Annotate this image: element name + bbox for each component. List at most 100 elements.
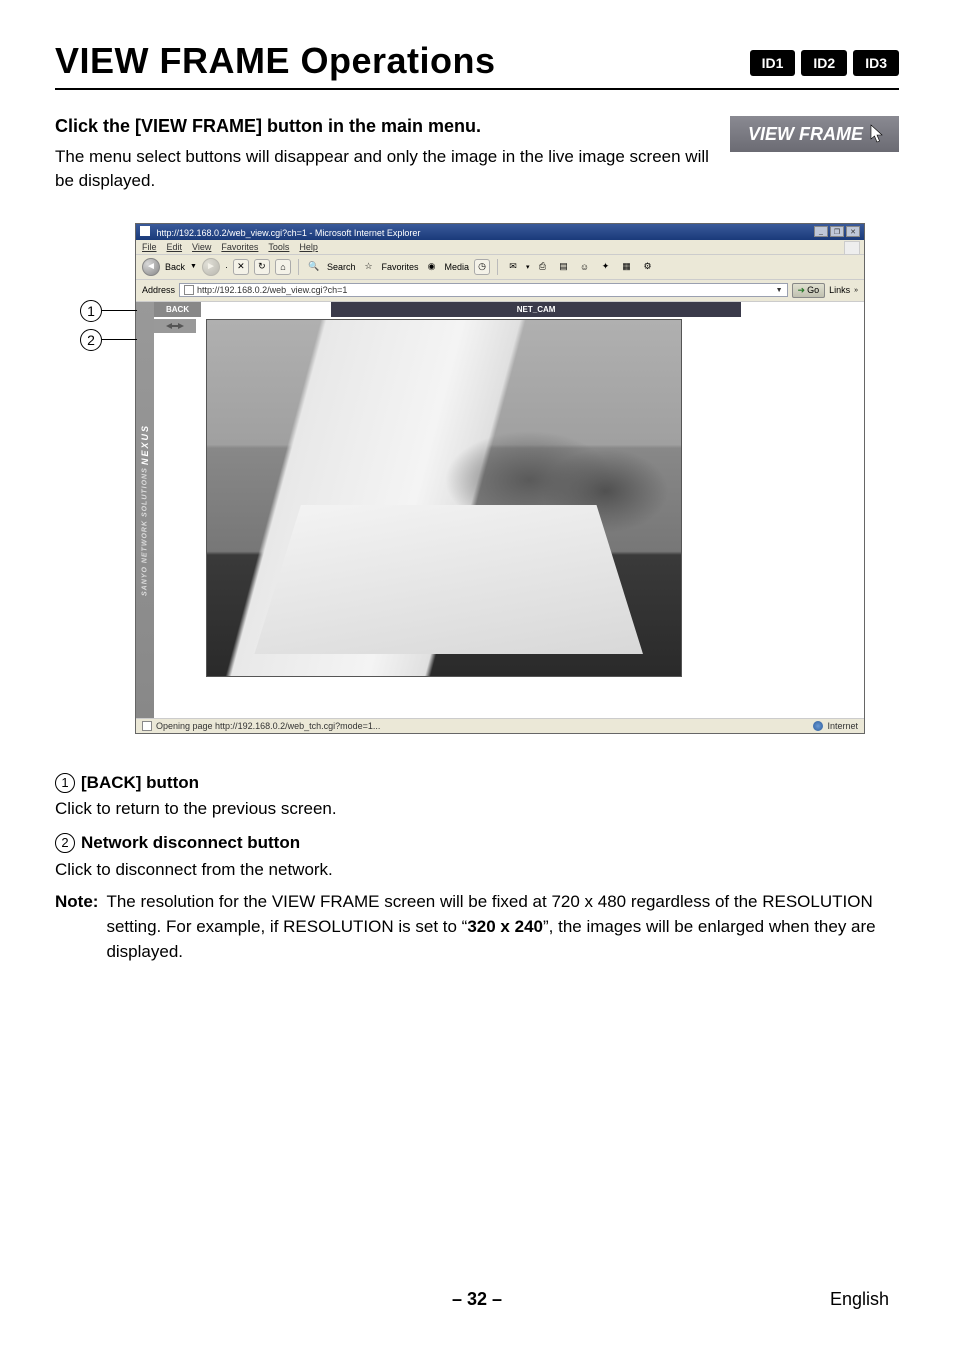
discuss-icon[interactable]: ☺ bbox=[577, 259, 593, 275]
view-frame-button[interactable]: VIEW FRAME bbox=[730, 116, 899, 152]
refresh-icon[interactable]: ↻ bbox=[254, 259, 270, 275]
main-content: BACK NET_CAM bbox=[154, 302, 864, 718]
id-badge-2: ID2 bbox=[801, 50, 847, 76]
menu-help[interactable]: Help bbox=[299, 242, 318, 252]
back-nav-icon[interactable]: ◄ bbox=[142, 258, 160, 276]
callout-2: 2 bbox=[80, 329, 137, 351]
close-button[interactable]: ✕ bbox=[846, 226, 860, 237]
desc-label-2: 2 Network disconnect button bbox=[55, 831, 300, 856]
window-title: http://192.168.0.2/web_view.cgi?ch=1 - M… bbox=[157, 228, 421, 238]
note-label: Note: bbox=[55, 890, 98, 964]
menu-edit[interactable]: Edit bbox=[167, 242, 183, 252]
titlebar-left: http://192.168.0.2/web_view.cgi?ch=1 - M… bbox=[140, 226, 420, 238]
toolbar-sep-1 bbox=[298, 259, 299, 275]
note-text: The resolution for the VIEW FRAME screen… bbox=[106, 890, 899, 964]
research-icon[interactable]: ▦ bbox=[619, 259, 635, 275]
menu-favorites[interactable]: Favorites bbox=[221, 242, 258, 252]
go-label: Go bbox=[807, 285, 819, 295]
toolbar-sep-2 bbox=[497, 259, 498, 275]
item1-label: [BACK] button bbox=[81, 771, 199, 796]
address-input[interactable]: http://192.168.0.2/web_view.cgi?ch=1 ▼ bbox=[179, 283, 787, 297]
footer: – 32 – English bbox=[0, 1289, 954, 1310]
desc-label-1: 1 [BACK] button bbox=[55, 771, 199, 796]
status-right: Internet bbox=[813, 721, 858, 731]
footer-lang: English bbox=[830, 1289, 889, 1310]
address-label: Address bbox=[142, 285, 175, 295]
address-dropdown-icon[interactable]: ▼ bbox=[776, 287, 783, 294]
desc-item-1: 1 [BACK] button Click to return to the p… bbox=[55, 770, 899, 822]
status-page-icon bbox=[142, 721, 152, 731]
browser-addressbar: Address http://192.168.0.2/web_view.cgi?… bbox=[136, 280, 864, 302]
callout-1: 1 bbox=[80, 300, 137, 322]
media-icon[interactable]: ◉ bbox=[424, 259, 440, 275]
extra-icon[interactable]: ⚙ bbox=[640, 259, 656, 275]
callout-line-1 bbox=[102, 310, 137, 312]
page-title: VIEW FRAME Operations bbox=[55, 40, 496, 82]
forward-sep: · bbox=[225, 262, 228, 272]
menu-view[interactable]: View bbox=[192, 242, 211, 252]
internet-zone-icon bbox=[813, 721, 823, 731]
stop-icon[interactable]: ✕ bbox=[233, 259, 249, 275]
callout-circle-2: 2 bbox=[80, 329, 102, 351]
favorites-icon[interactable]: ☆ bbox=[360, 259, 376, 275]
page-header: VIEW FRAME Operations ID1 ID2 ID3 bbox=[55, 40, 899, 90]
links-expand-icon[interactable]: » bbox=[854, 287, 858, 294]
minimize-button[interactable]: _ bbox=[814, 226, 828, 237]
id-badges: ID1 ID2 ID3 bbox=[750, 50, 899, 76]
mail-icon[interactable]: ✉ bbox=[505, 259, 521, 275]
callout-line-2 bbox=[102, 339, 137, 341]
favorites-label[interactable]: Favorites bbox=[381, 262, 418, 272]
links-label[interactable]: Links bbox=[829, 285, 850, 295]
back-nav-label[interactable]: Back bbox=[165, 262, 185, 272]
status-left: Opening page http://192.168.0.2/web_tch.… bbox=[142, 721, 380, 731]
disconnect-icon bbox=[165, 322, 185, 330]
circle-1: 1 bbox=[55, 773, 75, 793]
maximize-button[interactable]: ❐ bbox=[830, 226, 844, 237]
instruction-title: Click the [VIEW FRAME] button in the mai… bbox=[55, 116, 710, 137]
media-label[interactable]: Media bbox=[445, 262, 470, 272]
view-frame-button-label: VIEW FRAME bbox=[748, 124, 863, 145]
menu-tools[interactable]: Tools bbox=[268, 242, 289, 252]
sidebar-brand-sub: SANYO NETWORK SOLUTIONS bbox=[142, 467, 149, 596]
menu-file[interactable]: File bbox=[142, 242, 157, 252]
ie-flag-icon bbox=[844, 241, 860, 255]
back-dropdown-icon[interactable]: ▼ bbox=[190, 263, 197, 270]
screenshot-area: 1 2 http://192.168.0.2/web_view.cgi?ch=1… bbox=[83, 223, 871, 734]
id-badge-3: ID3 bbox=[853, 50, 899, 76]
desc-item-2: 2 Network disconnect button Click to dis… bbox=[55, 830, 899, 882]
network-disconnect-button[interactable] bbox=[154, 319, 196, 333]
address-page-icon bbox=[184, 285, 194, 295]
ie-icon bbox=[140, 226, 150, 236]
camera-live-image bbox=[206, 319, 682, 677]
instruction-desc: The menu select buttons will disappear a… bbox=[55, 145, 710, 193]
sidebar-brand-top: NEXUS bbox=[140, 423, 150, 464]
history-icon[interactable]: ◷ bbox=[474, 259, 490, 275]
cursor-icon bbox=[869, 124, 885, 144]
circle-2: 2 bbox=[55, 833, 75, 853]
edit-icon[interactable]: ▤ bbox=[556, 259, 572, 275]
home-icon[interactable]: ⌂ bbox=[275, 259, 291, 275]
browser-statusbar: Opening page http://192.168.0.2/web_tch.… bbox=[136, 718, 864, 733]
page-number: – 32 – bbox=[452, 1289, 502, 1310]
status-text: Opening page http://192.168.0.2/web_tch.… bbox=[156, 721, 380, 731]
item1-text: Click to return to the previous screen. bbox=[55, 797, 899, 822]
cam-header: BACK NET_CAM bbox=[154, 302, 864, 317]
item2-text: Click to disconnect from the network. bbox=[55, 858, 899, 883]
window-controls: _ ❐ ✕ bbox=[814, 226, 860, 237]
mail-dropdown[interactable]: ▾ bbox=[526, 263, 530, 271]
messenger-icon[interactable]: ✦ bbox=[598, 259, 614, 275]
netcam-title: NET_CAM bbox=[331, 302, 741, 317]
go-button[interactable]: ➜ Go bbox=[792, 283, 826, 298]
id-badge-1: ID1 bbox=[750, 50, 796, 76]
forward-nav-icon[interactable]: ► bbox=[202, 258, 220, 276]
internet-zone-label: Internet bbox=[827, 721, 858, 731]
back-button[interactable]: BACK bbox=[154, 302, 201, 317]
search-icon[interactable]: 🔍 bbox=[306, 259, 322, 275]
browser-window: http://192.168.0.2/web_view.cgi?ch=1 - M… bbox=[135, 223, 865, 734]
print-icon[interactable]: ⎙ bbox=[535, 259, 551, 275]
search-label[interactable]: Search bbox=[327, 262, 356, 272]
item2-label: Network disconnect button bbox=[81, 831, 300, 856]
go-arrow-icon: ➜ bbox=[798, 285, 806, 296]
address-url: http://192.168.0.2/web_view.cgi?ch=1 bbox=[197, 285, 347, 295]
note-bold: 320 x 240 bbox=[467, 917, 543, 936]
